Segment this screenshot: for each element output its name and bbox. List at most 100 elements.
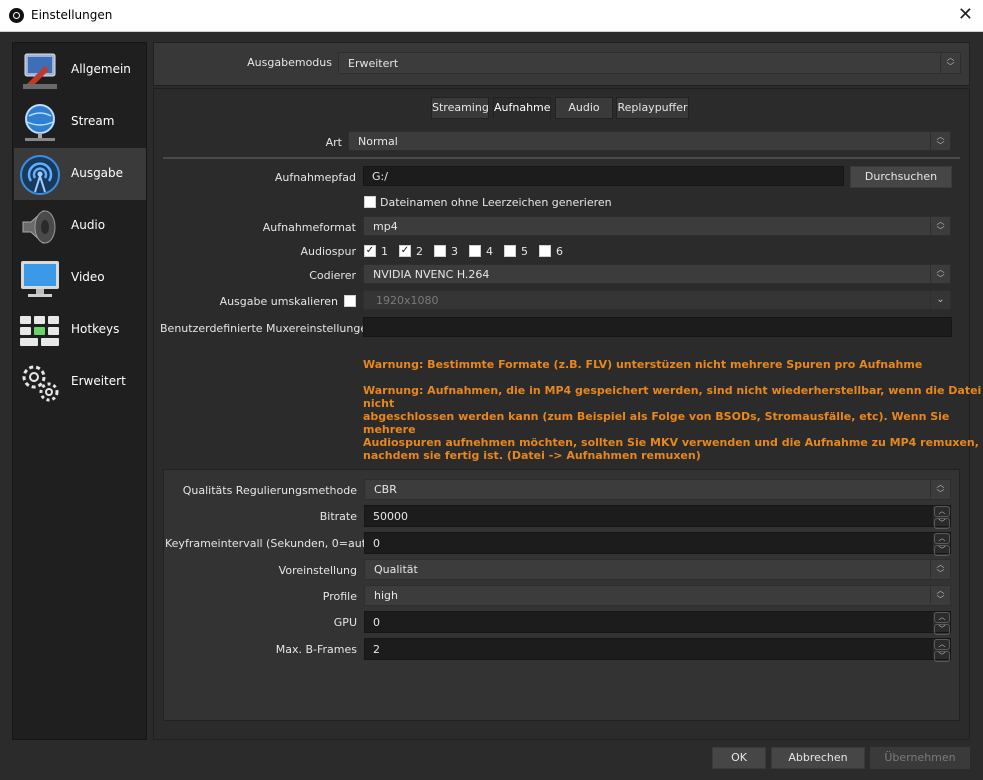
audio-track-4-checkbox[interactable] [469, 245, 481, 257]
keyframe-value: 0 [373, 537, 380, 550]
sidebar-item-label: Audio [71, 218, 106, 232]
rescale-value: 1920x1080 [376, 294, 439, 307]
nospace-label: Dateinamen ohne Leerzeichen generieren [380, 196, 612, 209]
audio-track-label: 2 [416, 245, 423, 258]
rescale-checkbox[interactable] [344, 295, 356, 307]
bframes-spinbox[interactable]: 2 ︿ ﹀ [364, 638, 951, 662]
sidebar-item-erweitert[interactable]: Erweitert [14, 356, 146, 408]
spin-up-icon[interactable]: ︿ [934, 639, 950, 650]
profile-select[interactable]: high ︿ ﹀ [364, 585, 951, 606]
keyboard-icon [20, 316, 59, 346]
output-mode-value: Erweitert [348, 57, 399, 70]
spin-down-icon[interactable]: ﹀ [934, 624, 950, 635]
sidebar-item-label: Erweitert [71, 374, 126, 388]
spin-buttons[interactable]: ︿ ﹀ [933, 506, 950, 529]
spin-buttons[interactable]: ︿ ﹀ [933, 612, 950, 635]
recording-type-label: Art [325, 136, 342, 149]
rescale-label: Ausgabe umskalieren [219, 295, 338, 308]
recording-format-select[interactable]: mp4 ︿ ﹀ [363, 216, 951, 236]
bitrate-value: 50000 [373, 510, 408, 523]
audio-track-3-checkbox[interactable] [434, 245, 446, 257]
recording-format-value: mp4 [373, 220, 398, 233]
updown-icon: ︿ ﹀ [930, 560, 950, 578]
profile-label: Profile [322, 590, 357, 603]
recording-type-value: Normal [358, 135, 398, 148]
broadcast-icon [20, 155, 60, 195]
bframes-label: Max. B-Frames [275, 643, 357, 656]
rescale-select[interactable]: 1920x1080 ⌄ [363, 290, 951, 310]
recording-path-label: Aufnahmepfad [274, 171, 356, 184]
warning-mp4: Warnung: Aufnahmen, die in MP4 gespeiche… [363, 384, 983, 462]
gpu-spinbox[interactable]: 0 ︿ ﹀ [364, 611, 951, 635]
audio-track-6-checkbox[interactable] [539, 245, 551, 257]
muxer-label: Benutzerdefinierte Muxereinstellungen [160, 322, 375, 335]
muxer-field[interactable] [363, 317, 952, 337]
spin-down-icon[interactable]: ﹀ [934, 545, 950, 556]
gpu-value: 0 [373, 616, 380, 629]
updown-icon: ︿ ﹀ [930, 265, 950, 283]
spin-up-icon[interactable]: ︿ [934, 506, 950, 517]
spin-down-icon[interactable]: ﹀ [934, 651, 950, 662]
profile-value: high [374, 589, 398, 602]
warning-mp4-line: nachdem sie fertig ist. (Datei -> Aufnah… [363, 449, 701, 462]
encoder-select[interactable]: NVIDIA NVENC H.264 ︿ ﹀ [363, 264, 951, 284]
browse-button[interactable]: Durchsuchen [850, 166, 952, 188]
tab-aufnahme[interactable]: Aufnahme [493, 97, 551, 119]
audio-track-label: 6 [556, 245, 563, 258]
cancel-button[interactable]: Abbrechen [771, 747, 865, 769]
spin-down-icon[interactable]: ﹀ [934, 518, 950, 529]
keyframe-label: Keyframeintervall (Sekunden, 0=auto) [165, 537, 378, 550]
rate-control-select[interactable]: CBR ︿ ﹀ [364, 479, 951, 500]
sidebar-item-video[interactable]: Video [14, 252, 146, 304]
ok-button[interactable]: OK [712, 747, 766, 769]
sidebar-item-audio[interactable]: Audio [14, 200, 146, 252]
output-mode-select[interactable]: Erweitert ︿ ﹀ [338, 52, 961, 74]
check-icon: ✓ [365, 245, 375, 256]
updown-icon: ︿ ﹀ [930, 586, 950, 604]
sidebar-item-ausgabe[interactable]: Ausgabe [14, 148, 146, 200]
tab-replaypuffer[interactable]: Replaypuffer [616, 97, 689, 119]
sidebar-item-hotkeys[interactable]: Hotkeys [14, 304, 146, 356]
tab-audio[interactable]: Audio [555, 97, 613, 119]
updown-icon: ︿ ﹀ [930, 217, 950, 235]
warning-multitrack: Warnung: Bestimmte Formate (z.B. FLV) un… [363, 358, 923, 371]
audio-track-label: 5 [521, 245, 528, 258]
audio-track-2-checkbox[interactable]: ✓ [399, 245, 411, 257]
general-icon [23, 53, 57, 89]
nospace-checkbox[interactable] [364, 196, 376, 208]
encoder-value: NVIDIA NVENC H.264 [373, 268, 490, 281]
check-icon: ✓ [400, 245, 410, 256]
audio-track-1-checkbox[interactable]: ✓ [364, 245, 376, 257]
preset-select[interactable]: Qualität ︿ ﹀ [364, 559, 951, 580]
recording-path-field[interactable]: G:/ [363, 166, 844, 186]
bitrate-spinbox[interactable]: 50000 ︿ ﹀ [364, 505, 951, 529]
bitrate-label: Bitrate [319, 510, 357, 523]
sidebar-item-stream[interactable]: Stream [14, 96, 146, 148]
audio-track-5-checkbox[interactable] [504, 245, 516, 257]
encoder-label: Codierer [309, 269, 356, 282]
updown-icon: ︿ ﹀ [940, 53, 960, 73]
window-title: Einstellungen [31, 8, 113, 22]
preset-label: Voreinstellung [278, 564, 357, 577]
recording-type-select[interactable]: Normal ︿ ﹀ [348, 131, 951, 151]
warning-mp4-line: Audiospuren aufnehmen möchten, sollten S… [363, 436, 979, 449]
apply-button[interactable]: Übernehmen [870, 747, 970, 769]
rate-control-label: Qualitäts Regulierungsmethode [182, 484, 357, 497]
sidebar-item-label: Stream [71, 114, 115, 128]
tab-streaming[interactable]: Streaming [431, 97, 489, 119]
close-icon[interactable]: ✕ [958, 5, 973, 25]
spin-up-icon[interactable]: ︿ [934, 533, 950, 544]
title-bar: Einstellungen ✕ [0, 0, 983, 32]
spin-up-icon[interactable]: ︿ [934, 612, 950, 623]
sidebar: Allgemein Stream Ausgabe Audio Video Hot… [12, 42, 147, 740]
spin-buttons[interactable]: ︿ ﹀ [933, 639, 950, 662]
sidebar-item-allgemein[interactable]: Allgemein [14, 44, 146, 96]
spin-buttons[interactable]: ︿ ﹀ [933, 533, 950, 556]
gpu-label: GPU [333, 616, 357, 629]
keyframe-spinbox[interactable]: 0 ︿ ﹀ [364, 532, 951, 556]
chevron-down-icon: ⌄ [930, 291, 950, 309]
obs-logo-icon [9, 8, 24, 23]
sidebar-item-label: Hotkeys [71, 322, 120, 336]
rate-control-value: CBR [374, 483, 397, 496]
updown-icon: ︿ ﹀ [930, 480, 950, 498]
